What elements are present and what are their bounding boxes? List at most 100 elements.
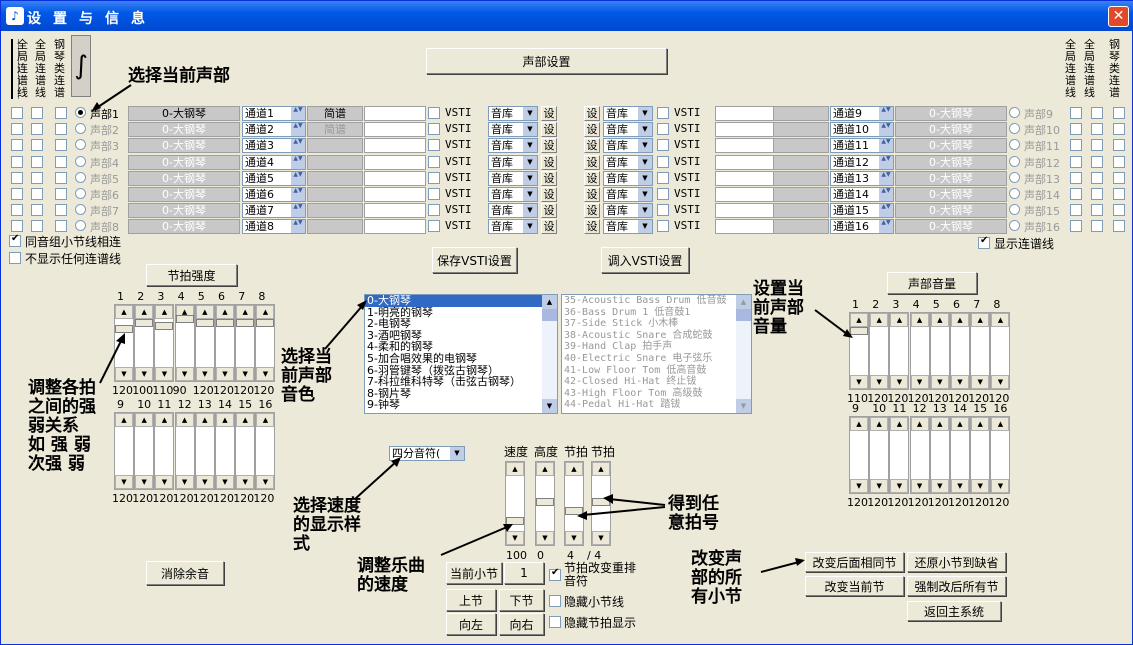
restore-default-button[interactable]: 还原小节到缺省 [907, 552, 1006, 572]
volTop-up-6[interactable]: ▲ [951, 313, 969, 327]
volTop-down-7[interactable]: ▼ [971, 375, 990, 389]
volBot-slider-4[interactable]: ▲ ▼ [909, 416, 930, 494]
library-dropdown-13[interactable]: ▼ [638, 171, 652, 185]
beatBot-slider-1[interactable]: ▲ ▼ [114, 412, 134, 490]
volBot-down-8[interactable]: ▼ [991, 479, 1010, 493]
voice-radio-14[interactable] [1009, 188, 1020, 199]
tie-checkbox-2-2[interactable] [55, 123, 67, 136]
vsti-checkbox-14[interactable] [657, 188, 669, 200]
beatTop-slider-3[interactable]: ▲ ▼ [154, 304, 175, 382]
set-button-2[interactable]: 设 [541, 122, 557, 138]
vsti-name-13[interactable] [715, 170, 777, 186]
show-tie-checkbox[interactable] [978, 235, 990, 249]
tie-checkbox-4-2[interactable] [55, 155, 67, 168]
voice-radio-12[interactable] [1009, 155, 1020, 167]
channel-field-6[interactable]: 通道6 ▲▼ [242, 187, 306, 202]
beatTop-slider-7[interactable]: ▲ ▼ [235, 304, 256, 382]
tie-checkbox-12-0[interactable] [1070, 155, 1082, 168]
tie-checkbox-12-2[interactable] [1113, 155, 1125, 168]
move-right-button[interactable]: 向右 [499, 613, 544, 635]
library-select-4[interactable]: 音库 ▼ [488, 154, 538, 170]
tie-checkbox-9-2[interactable] [1113, 107, 1125, 119]
tie-checkbox-4-0[interactable] [11, 155, 23, 168]
tie-checkbox-7-2[interactable] [55, 204, 67, 217]
beatBot-slider-7[interactable]: ▲ ▼ [235, 412, 256, 490]
voice-tone-3[interactable]: 0-大钢琴 [128, 138, 240, 154]
vsti-checkbox-16[interactable] [657, 220, 669, 233]
beatTop-down-6[interactable]: ▼ [216, 367, 234, 381]
volBot-down-3[interactable]: ▼ [890, 479, 909, 493]
beatTop-down-2[interactable]: ▼ [135, 367, 154, 381]
beatTop-thumb-6[interactable] [216, 319, 234, 327]
notation-12[interactable] [773, 154, 829, 170]
library-select-1[interactable]: 音库 ▼ [488, 106, 538, 121]
library-select-2[interactable]: 音库 ▼ [488, 122, 538, 138]
notation-6[interactable] [307, 187, 363, 202]
tie-checkbox-3-2[interactable] [55, 139, 67, 152]
library-select-7[interactable]: 音库 ▼ [488, 203, 538, 219]
beatBot-slider-5[interactable]: ▲ ▼ [194, 412, 215, 490]
voice-tone-7[interactable]: 0-大钢琴 [128, 203, 240, 219]
beatBot-down-1[interactable]: ▼ [115, 475, 133, 489]
vsti-checkbox-9[interactable] [657, 107, 669, 119]
voice-settings-button[interactable]: 声部设置 [426, 48, 667, 74]
drum-item[interactable]: 39-Hand Clap 拍手声 [562, 341, 751, 353]
beatTop-up-5[interactable]: ▲ [195, 305, 214, 319]
voice-radio-1[interactable] [75, 107, 86, 118]
channel-spin-10[interactable]: ▲▼ [879, 123, 893, 137]
volBot-slider-6[interactable]: ▲ ▼ [950, 416, 970, 494]
tie-checkbox-6-0[interactable] [11, 188, 23, 200]
tie-checkbox-15-1[interactable] [1091, 204, 1103, 217]
volTop-slider-3[interactable]: ▲ ▼ [889, 312, 910, 390]
tie-checkbox-4-1[interactable] [31, 155, 43, 168]
volBot-up-3[interactable]: ▲ [890, 417, 909, 431]
library-dropdown-11[interactable]: ▼ [638, 139, 652, 153]
volBot-up-2[interactable]: ▲ [870, 417, 889, 431]
set-button-1[interactable]: 设 [541, 106, 557, 121]
volTop-slider-4[interactable]: ▲ ▼ [909, 312, 930, 390]
channel-field-8[interactable]: 通道8 ▲▼ [242, 219, 306, 235]
volBot-down-6[interactable]: ▼ [951, 479, 969, 493]
library-dropdown-10[interactable]: ▼ [638, 123, 652, 137]
library-select-8[interactable]: 音库 ▼ [488, 219, 538, 235]
tie-checkbox-9-0[interactable] [1070, 107, 1082, 119]
voice-tone-10[interactable]: 0-大钢琴 [895, 122, 1007, 138]
vsti-checkbox-12[interactable] [657, 155, 669, 168]
beatTop-thumb-7[interactable] [236, 319, 255, 327]
tie-checkbox-5-2[interactable] [55, 171, 67, 184]
tie-checkbox-14-2[interactable] [1113, 188, 1125, 200]
set-button-r-14[interactable]: 设 [584, 187, 600, 202]
volBot-down-5[interactable]: ▼ [930, 479, 949, 493]
beat-strength-button[interactable]: 节拍强度 [146, 264, 237, 286]
beatTop-up-3[interactable]: ▲ [155, 305, 174, 319]
volTop-down-3[interactable]: ▼ [890, 375, 909, 389]
vsti-checkbox-2[interactable] [428, 123, 440, 136]
vsti-name-8[interactable] [364, 219, 426, 235]
channel-field-14[interactable]: 通道14 ▲▼ [830, 187, 894, 202]
voice-radio-15[interactable] [1009, 204, 1020, 216]
set-button-r-16[interactable]: 设 [584, 219, 600, 235]
channel-field-3[interactable]: 通道3 ▲▼ [242, 138, 306, 154]
volTop-slider-5[interactable]: ▲ ▼ [929, 312, 950, 390]
tie-checkbox-2-0[interactable] [11, 123, 23, 136]
volBot-up-6[interactable]: ▲ [951, 417, 969, 431]
channel-spin-2[interactable]: ▲▼ [291, 123, 305, 137]
rearrange-checkbox[interactable] [549, 567, 561, 581]
beatBot-slider-3[interactable]: ▲ ▼ [154, 412, 175, 490]
change-after-same-button[interactable]: 改变后面相同节 [805, 552, 904, 572]
beatTop-thumb-2[interactable] [135, 319, 154, 327]
library-dropdown-6[interactable]: ▼ [523, 188, 537, 201]
voice-radio-9[interactable] [1009, 107, 1020, 118]
volTop-up-4[interactable]: ▲ [910, 313, 929, 327]
beatTop-thumb-4[interactable] [175, 315, 194, 323]
tie-checkbox-7-1[interactable] [31, 204, 43, 217]
beatTop-thumb-8[interactable] [256, 319, 275, 327]
tie-checkbox-14-0[interactable] [1070, 188, 1082, 200]
channel-spin-12[interactable]: ▲▼ [879, 155, 893, 169]
no-tie-checkbox[interactable] [9, 252, 21, 264]
tie-checkbox-11-0[interactable] [1070, 139, 1082, 152]
volTop-down-5[interactable]: ▼ [930, 375, 949, 389]
beatTop-slider-2[interactable]: ▲ ▼ [134, 304, 155, 382]
notation-7[interactable] [307, 203, 363, 219]
volTop-down-8[interactable]: ▼ [991, 375, 1010, 389]
